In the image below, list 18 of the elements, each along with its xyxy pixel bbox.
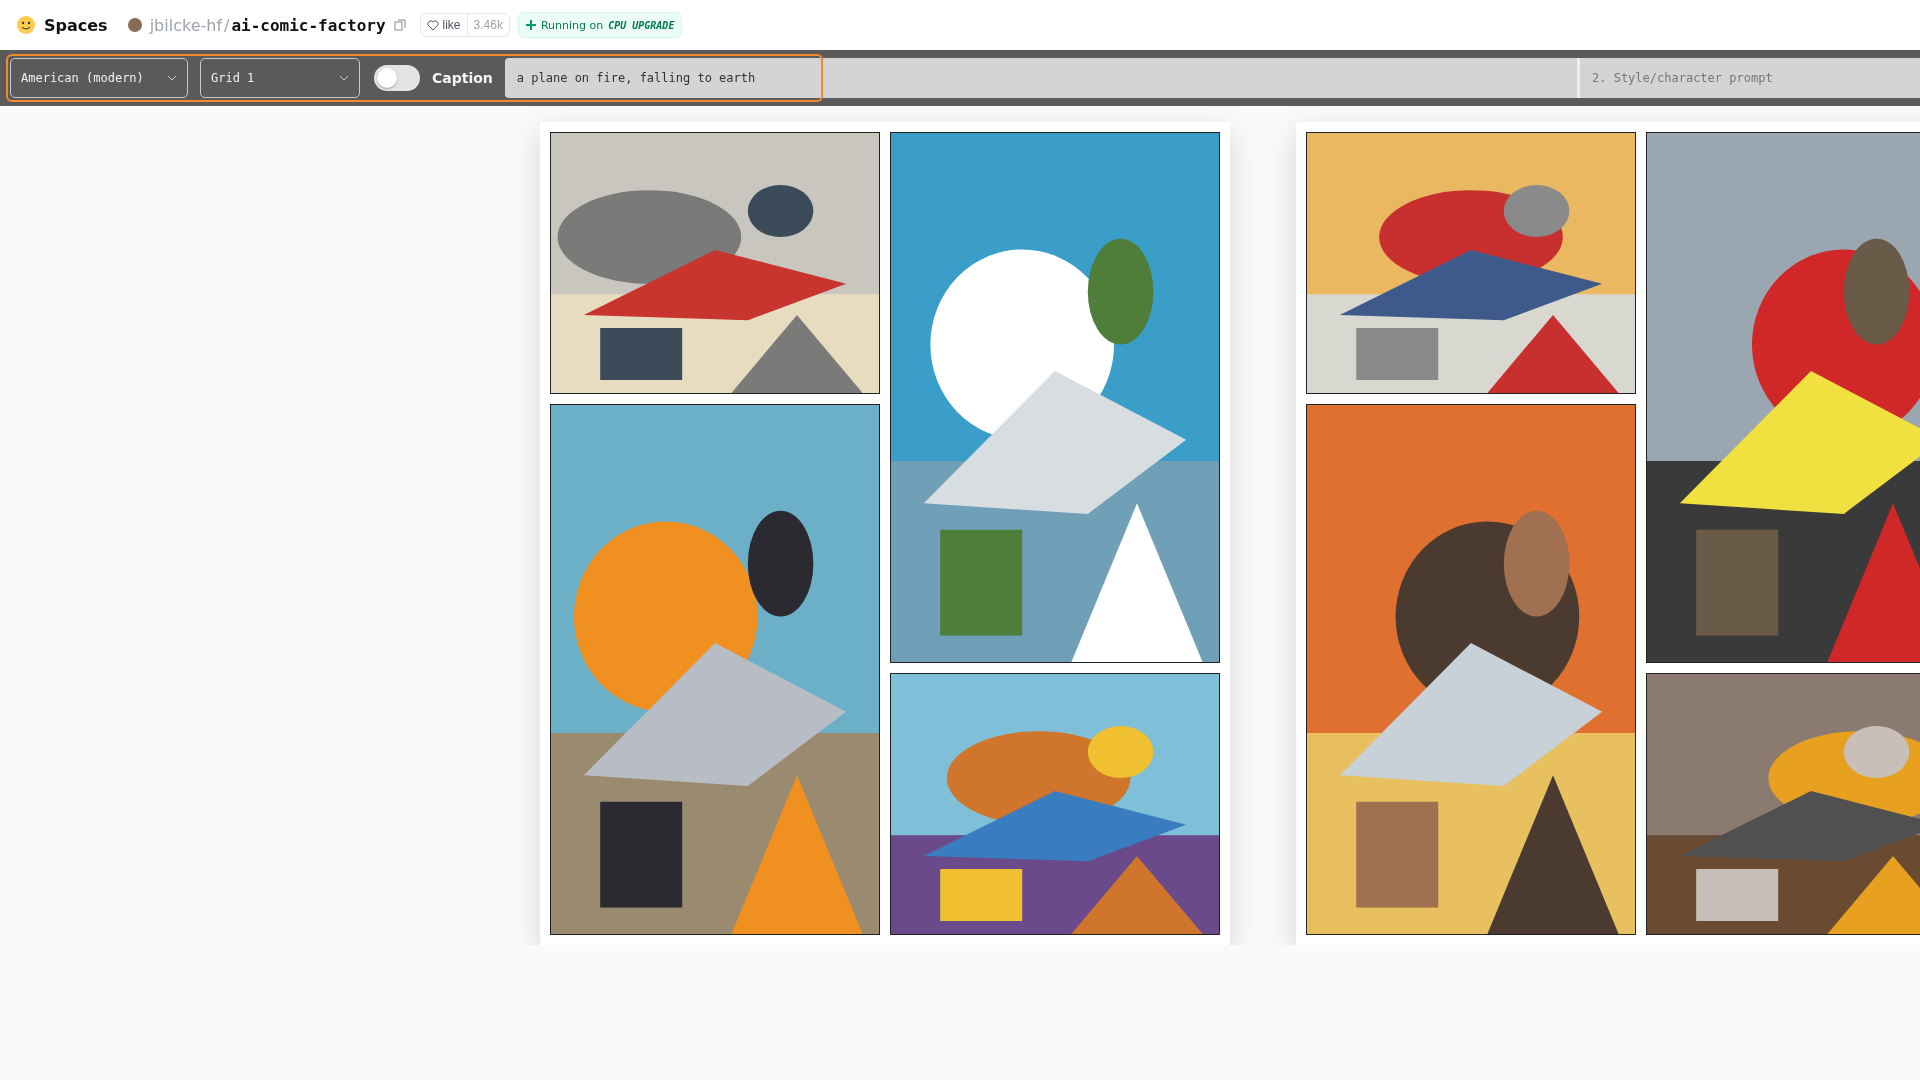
heart-icon [426,19,439,31]
smiling-face-icon [16,15,36,35]
chevron-down-icon [167,75,177,81]
chevron-down-icon [339,75,349,81]
path-separator: / [224,15,230,35]
style-select[interactable]: American (modern) [10,58,188,98]
story-prompt-field[interactable]: a plane on fire, falling to earth [504,58,821,98]
like-button[interactable]: like 3.46k [419,13,510,37]
repo-title[interactable]: ai-comic-factory [231,15,386,35]
caption-label: Caption [432,70,493,86]
caption-toggle[interactable] [374,65,420,91]
style-prompt-field[interactable]: 2. Style/character prompt [1580,58,1920,98]
running-status-badge: Running on CPU UPGRADE [517,12,683,38]
spaces-link[interactable]: Spaces [44,15,108,35]
clover-icon [525,20,536,30]
like-count: 3.46k [466,14,509,36]
layout-select[interactable]: Grid 1 [200,58,360,98]
avatar-icon [127,18,142,32]
